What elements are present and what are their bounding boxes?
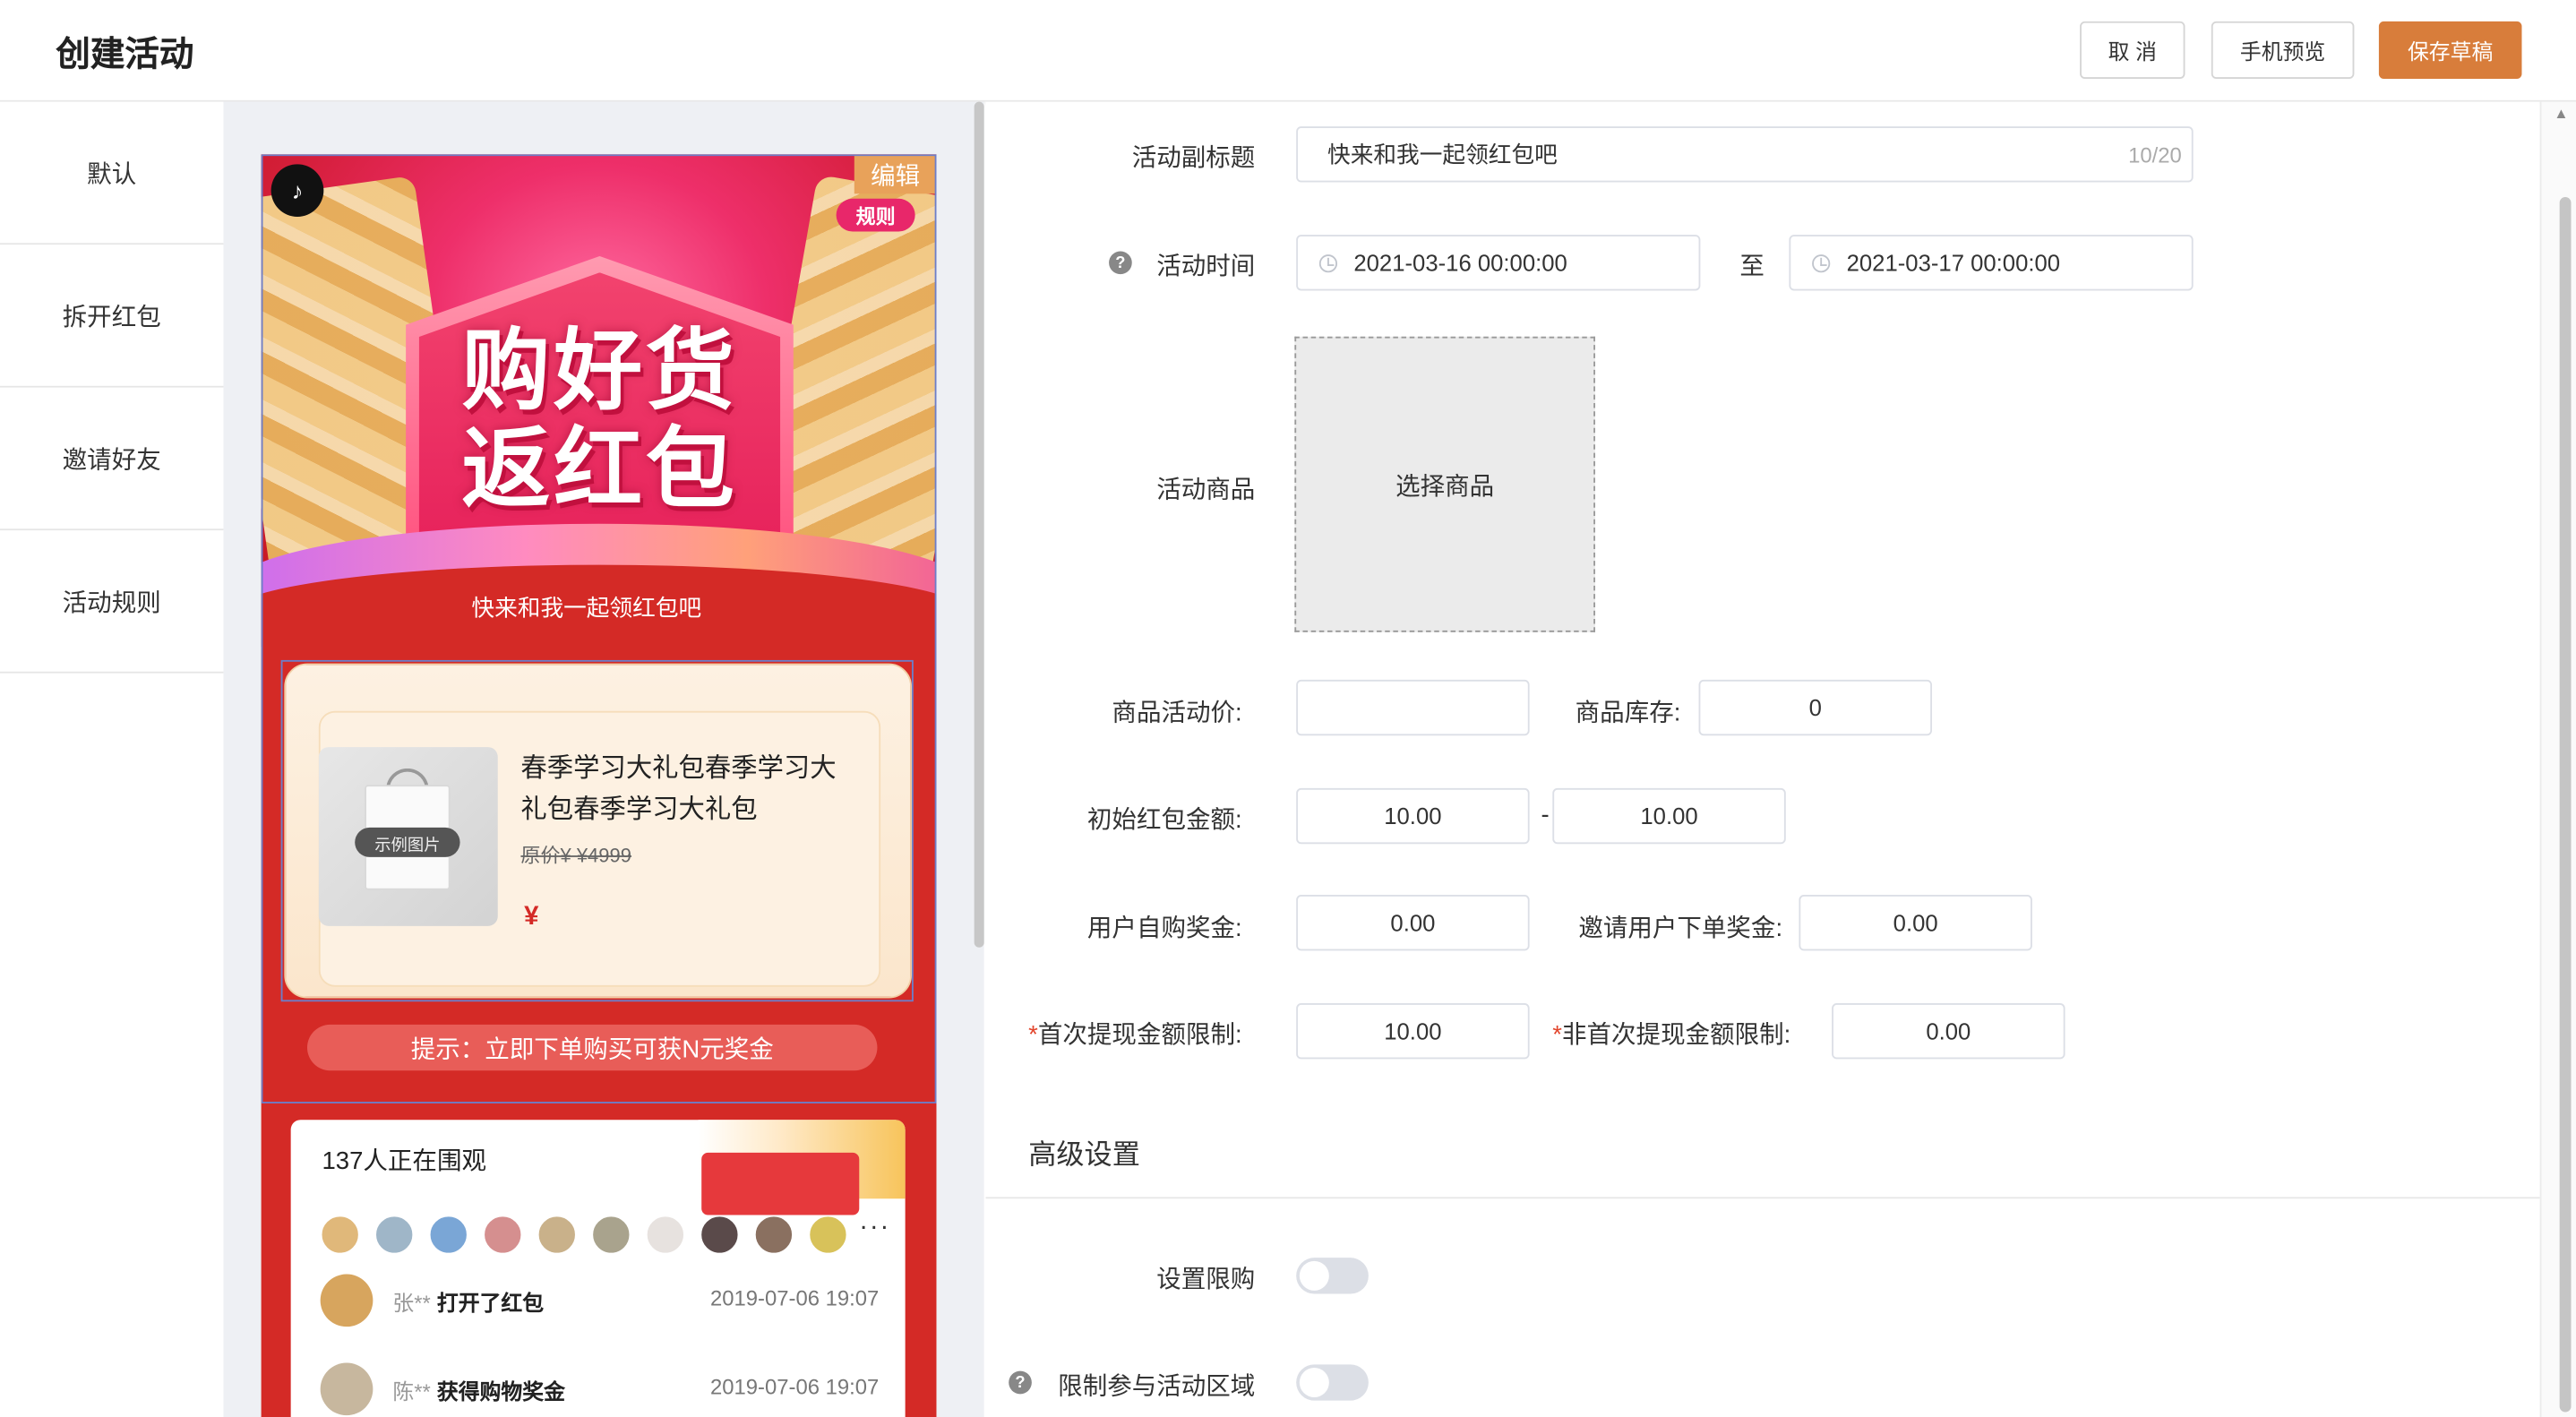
activity-time: 2019-07-06 19:07 — [709, 1285, 880, 1310]
page-title: 创建活动 — [56, 36, 194, 74]
subtitle-input-value: 快来和我一起领红包吧 — [1327, 141, 1558, 167]
invite-bonus-input[interactable]: 0.00 — [1799, 895, 2032, 951]
activity-user: 张** — [392, 1290, 431, 1316]
limit-area-label: 限制参与活动区域 — [1058, 1372, 1256, 1401]
edit-tag[interactable]: 编辑 — [854, 154, 937, 194]
limit-area-toggle[interactable] — [1296, 1364, 1369, 1401]
choose-goods-button[interactable]: 选择商品 — [1294, 336, 1595, 632]
mobile-preview-button[interactable]: 手机预览 — [2211, 21, 2355, 79]
avatar — [428, 1215, 468, 1255]
invite-bonus-label: 邀请用户下单奖金: — [1578, 915, 1783, 943]
avatar — [753, 1215, 794, 1255]
activity-time: 2019-07-06 19:07 — [709, 1374, 880, 1399]
nonfirst-withdraw-label: *非首次提现金额限制: — [1552, 1021, 1791, 1050]
limit-buy-label: 设置限购 — [1156, 1266, 1256, 1294]
red-gift-box-icon — [701, 1152, 860, 1215]
activity-user: 陈** — [392, 1378, 431, 1404]
banner-headline-2: 返红包 — [461, 417, 738, 521]
sample-image-label: 示例图片 — [355, 827, 460, 857]
time-label: 活动时间 — [1156, 253, 1256, 281]
stock-label: 商品库存: — [1575, 699, 1681, 728]
sidebar-item-invite-friends[interactable]: 邀请好友 — [0, 388, 224, 531]
original-price: 原价¥ ¥4999 — [520, 844, 632, 867]
activity-action: 打开了红包 — [436, 1290, 545, 1316]
end-time-value: 2021-03-17 00:00:00 — [1846, 249, 2061, 276]
cancel-button[interactable]: 取 消 — [2080, 21, 2185, 79]
avatar — [320, 1215, 360, 1255]
banner-headline-1: 购好货 — [461, 318, 738, 423]
end-time-input[interactable]: 2021-03-17 00:00:00 — [1789, 235, 2194, 291]
help-icon[interactable]: ? — [1109, 251, 1132, 275]
first-withdraw-input[interactable]: 10.00 — [1296, 1003, 1530, 1060]
subtitle-label: 活动副标题 — [1131, 144, 1256, 173]
avatar — [483, 1215, 523, 1255]
redpack-max-input[interactable]: 10.00 — [1552, 787, 1786, 845]
sidebar-item-open-redpack[interactable]: 拆开红包 — [0, 245, 224, 388]
avatar — [591, 1215, 631, 1255]
sidebar-item-default[interactable]: 默认 — [0, 102, 224, 245]
start-time-value: 2021-03-16 00:00:00 — [1353, 249, 1567, 276]
avatar — [645, 1215, 685, 1255]
page-scrollbar-thumb[interactable] — [2559, 196, 2572, 1413]
activity-action: 获得购物奖金 — [436, 1378, 565, 1404]
rule-tag[interactable]: 规则 — [836, 198, 915, 232]
preview-subtitle: 快来和我一起领红包吧 — [471, 594, 702, 621]
clock-icon — [1318, 254, 1338, 273]
self-bonus-label: 用户自购奖金: — [1086, 915, 1242, 943]
nonfirst-withdraw-input[interactable]: 0.00 — [1832, 1003, 2065, 1060]
settings-form — [985, 101, 2540, 1417]
redpack-min-input[interactable]: 10.00 — [1296, 787, 1530, 845]
help-icon[interactable]: ? — [1009, 1370, 1032, 1395]
start-time-input[interactable]: 2021-03-16 00:00:00 — [1296, 235, 1701, 291]
avatar — [808, 1215, 848, 1255]
price-symbol: ¥ — [524, 903, 539, 932]
logo-icon: ♪ — [270, 164, 324, 217]
goods-label: 活动商品 — [1156, 476, 1256, 504]
avatar — [700, 1215, 740, 1255]
activity-price-label: 商品活动价: — [1112, 699, 1242, 728]
subtitle-input[interactable]: 快来和我一起领红包吧 10/20 — [1296, 126, 2194, 183]
save-draft-button[interactable]: 保存草稿 — [2378, 21, 2522, 79]
preview-scrollbar[interactable] — [974, 101, 984, 948]
tip-banner: 提示：立即下单购买可获N元奖金 — [306, 1024, 878, 1071]
to-label: 至 — [1739, 253, 1765, 281]
range-separator: - — [1541, 801, 1550, 829]
clock-icon — [1812, 254, 1831, 273]
activity-price-input[interactable] — [1296, 679, 1530, 736]
sidebar-item-rules[interactable]: 活动规则 — [0, 530, 224, 674]
activity-avatar — [320, 1362, 374, 1416]
avatar — [374, 1215, 415, 1255]
char-counter: 10/20 — [2128, 142, 2182, 167]
advanced-settings-title: 高级设置 — [1028, 1139, 1140, 1172]
section-divider — [985, 1197, 2540, 1199]
avatar — [537, 1215, 577, 1255]
watching-count: 137人正在围观 — [322, 1147, 486, 1176]
self-bonus-input[interactable]: 0.00 — [1296, 895, 1530, 951]
sidebar-nav: 默认 拆开红包 邀请好友 活动规则 — [0, 101, 224, 1417]
activity-avatar — [320, 1274, 374, 1327]
stock-input[interactable]: 0 — [1698, 679, 1933, 736]
scroll-up-icon[interactable]: ▲ — [2551, 105, 2571, 121]
phone-preview: 购好货 返红包 ♪ 编辑 规则 快来和我一起领红包吧 示例图片 春季学习大礼包春… — [261, 154, 937, 1417]
limit-buy-toggle[interactable] — [1296, 1258, 1369, 1294]
top-header: 创建活动 取 消 手机预览 保存草稿 — [0, 0, 2576, 102]
first-withdraw-label: *首次提现金额限制: — [1028, 1021, 1242, 1050]
more-icon[interactable]: ··· — [859, 1214, 890, 1243]
product-name: 春季学习大礼包春季学习大礼包春季学习大礼包 — [520, 755, 837, 825]
redpack-amount-label: 初始红包金额: — [1086, 806, 1242, 835]
